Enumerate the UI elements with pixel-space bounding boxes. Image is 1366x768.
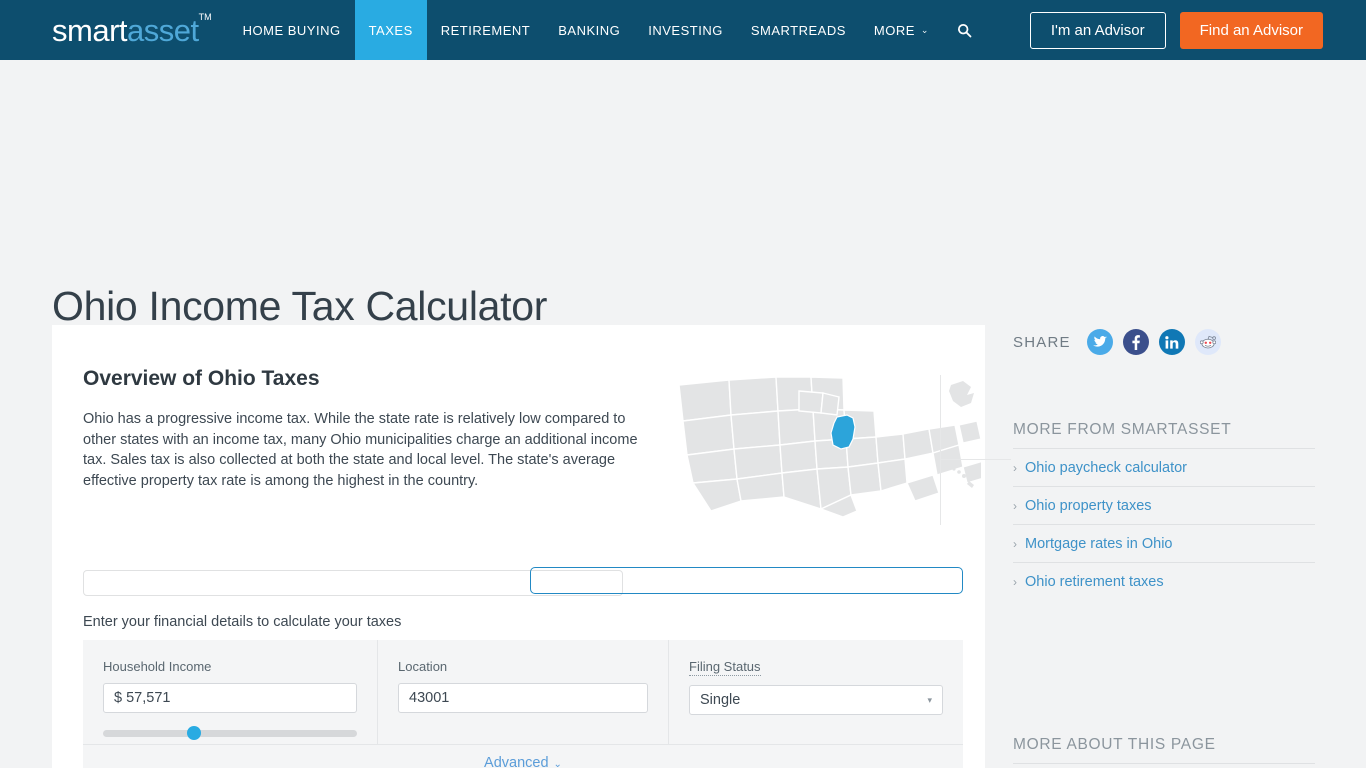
find-an-advisor-button[interactable]: Find an Advisor bbox=[1179, 11, 1323, 49]
chevron-right-icon: › bbox=[1013, 537, 1017, 551]
reddit-alien-icon bbox=[1199, 335, 1216, 349]
us-map-graphic bbox=[671, 371, 1011, 526]
slider-thumb[interactable] bbox=[187, 726, 202, 740]
list-item[interactable]: › Learn More About Ohio Taxes bbox=[1013, 763, 1315, 768]
household-income-input[interactable] bbox=[103, 683, 357, 713]
search-button[interactable] bbox=[943, 0, 986, 60]
facebook-share-icon[interactable] bbox=[1122, 329, 1149, 355]
share-label: SHARE bbox=[1013, 333, 1071, 351]
household-income-cell: Household Income bbox=[83, 640, 378, 756]
slider-track bbox=[103, 730, 357, 737]
list-item[interactable]: › Ohio property taxes bbox=[1013, 486, 1315, 524]
loading-bar-blue bbox=[530, 567, 963, 594]
location-input[interactable] bbox=[398, 683, 648, 713]
overview-paragraph: Ohio has a progressive income tax. While… bbox=[83, 411, 638, 489]
nav-label: TAXES bbox=[368, 22, 413, 38]
link-ohio-property-taxes[interactable]: Ohio property taxes bbox=[1025, 498, 1152, 514]
nav-label: RETIREMENT bbox=[440, 22, 531, 38]
more-about-this-page-list: › Learn More About Ohio Taxes › Infograp… bbox=[1013, 763, 1315, 768]
filing-status-select[interactable] bbox=[689, 685, 943, 715]
link-ohio-retirement-taxes[interactable]: Ohio retirement taxes bbox=[1025, 574, 1164, 590]
facebook-f-icon bbox=[1132, 334, 1140, 350]
chevron-right-icon: › bbox=[1013, 575, 1017, 589]
logo-trademark: TM bbox=[198, 11, 212, 22]
link-ohio-paycheck-calculator[interactable]: Ohio paycheck calculator bbox=[1025, 460, 1187, 476]
im-an-advisor-button[interactable]: I'm an Advisor bbox=[1029, 11, 1166, 49]
alaska-shape bbox=[949, 381, 974, 407]
results-loading-placeholder bbox=[83, 567, 963, 597]
nav-item-home-buying[interactable]: HOME BUYING bbox=[229, 0, 355, 60]
chevron-right-icon: › bbox=[1013, 461, 1017, 475]
twitter-bird-icon bbox=[1092, 336, 1107, 347]
map-vertical-divider bbox=[940, 375, 941, 525]
us-map-svg bbox=[678, 376, 988, 518]
form-intro-text: Enter your financial details to calculat… bbox=[83, 614, 402, 630]
more-from-smartasset-list: › Ohio paycheck calculator › Ohio proper… bbox=[1013, 448, 1315, 600]
advanced-toggle-bar[interactable]: Advanced ⌄ bbox=[83, 744, 963, 768]
top-navigation-bar: smartasset TM HOME BUYING TAXES RETIREMEN… bbox=[0, 0, 1366, 60]
location-label: Location bbox=[398, 659, 448, 674]
page-title: Ohio Income Tax Calculator bbox=[52, 283, 548, 330]
link-mortgage-rates-in-ohio[interactable]: Mortgage rates in Ohio bbox=[1025, 536, 1173, 552]
calculator-card: Overview of Ohio Taxes Ohio has a progre… bbox=[52, 325, 1011, 768]
calculator-form: Household Income Location Filing Status bbox=[83, 639, 963, 756]
list-item[interactable]: › Ohio retirement taxes bbox=[1013, 562, 1315, 600]
location-cell: Location bbox=[378, 640, 669, 756]
advanced-label: Advanced bbox=[484, 755, 549, 768]
map-horizontal-divider bbox=[941, 459, 1011, 460]
nav-item-investing[interactable]: INVESTING bbox=[634, 0, 737, 60]
more-about-this-page-heading: MORE ABOUT THIS PAGE bbox=[1013, 736, 1216, 753]
nav-actions: I'm an Advisor Find an Advisor bbox=[1029, 0, 1366, 60]
advanced-toggle-link[interactable]: Advanced ⌄ bbox=[484, 755, 562, 768]
linkedin-share-icon[interactable] bbox=[1158, 329, 1185, 355]
nav-item-banking[interactable]: BANKING bbox=[544, 0, 634, 60]
logo-text-smart: smart bbox=[52, 12, 128, 48]
share-row: SHARE bbox=[1013, 325, 1315, 359]
more-from-smartasset-heading: MORE FROM SMARTASSET bbox=[1013, 421, 1232, 438]
linkedin-in-icon bbox=[1164, 335, 1178, 349]
nav-item-smartreads[interactable]: SMARTREADS bbox=[737, 0, 860, 60]
chevron-right-icon: › bbox=[1013, 499, 1017, 513]
map-contiguous-states bbox=[678, 376, 988, 518]
logo-text-asset: asset bbox=[127, 12, 199, 48]
list-item[interactable]: › Mortgage rates in Ohio bbox=[1013, 524, 1315, 562]
filing-status-cell: Filing Status ▾ bbox=[669, 640, 963, 756]
household-income-slider[interactable] bbox=[103, 726, 357, 740]
filing-status-label[interactable]: Filing Status bbox=[689, 659, 761, 676]
nav-item-taxes[interactable]: TAXES bbox=[354, 0, 427, 60]
right-sidebar: SHARE MORE FROM SMARTASSET › Ohio payche… bbox=[1013, 325, 1315, 768]
smartasset-logo[interactable]: smartasset TM bbox=[0, 0, 229, 60]
chevron-down-icon: ⌄ bbox=[920, 24, 929, 35]
household-income-label: Household Income bbox=[103, 659, 212, 674]
nav-label: SMARTREADS bbox=[750, 22, 846, 38]
twitter-share-icon[interactable] bbox=[1086, 329, 1113, 355]
nav-label: INVESTING bbox=[648, 22, 723, 38]
reddit-share-icon[interactable] bbox=[1194, 329, 1221, 355]
nav-label: MORE bbox=[873, 22, 915, 38]
list-item[interactable]: › Ohio paycheck calculator bbox=[1013, 448, 1315, 486]
nav-label: HOME BUYING bbox=[242, 22, 341, 38]
chevron-down-icon: ⌄ bbox=[553, 759, 562, 768]
nav-menu: HOME BUYING TAXES RETIREMENT BANKING INV… bbox=[229, 0, 986, 60]
nav-item-retirement[interactable]: RETIREMENT bbox=[427, 0, 545, 60]
filing-status-select-wrap: ▾ bbox=[689, 685, 943, 715]
nav-item-more[interactable]: MORE ⌄ bbox=[860, 0, 943, 60]
nav-label: BANKING bbox=[558, 22, 621, 38]
search-icon bbox=[957, 23, 972, 37]
